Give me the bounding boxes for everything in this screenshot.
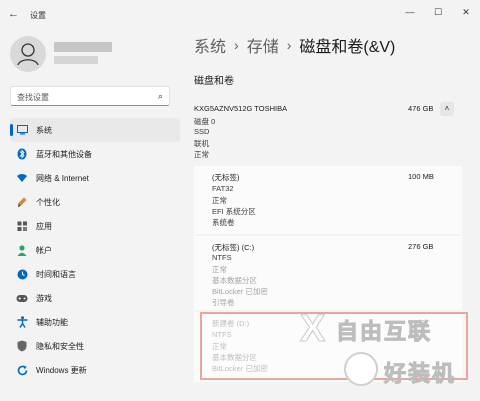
sidebar-item-privacy[interactable]: 隐私和安全性 (10, 334, 180, 358)
watermark-text: 自由互联 (335, 319, 433, 345)
sidebar-item-apps[interactable]: 应用 (10, 214, 180, 238)
partition-title: (无标签) (212, 173, 240, 182)
sidebar-item-gaming[interactable]: 游戏 (10, 286, 180, 310)
sidebar-item-label: 隐私和安全性 (36, 341, 84, 351)
chevron-right-icon: › (234, 37, 239, 53)
accessibility-icon (16, 316, 28, 328)
search-placeholder: 查找设置 (17, 93, 49, 102)
avatar[interactable] (10, 36, 46, 72)
partition-size: 100 MB (408, 172, 434, 181)
chevron-up-icon[interactable]: ˄ (440, 102, 454, 116)
sidebar-item-label: 网络 & Internet (36, 173, 89, 183)
sidebar-item-label: 应用 (36, 221, 52, 231)
maximize-button[interactable]: ☐ (428, 5, 448, 19)
sidebar-item-personalization[interactable]: 个性化 (10, 190, 180, 214)
apps-icon (16, 220, 28, 232)
sidebar-item-system[interactable]: 系统 (10, 118, 180, 142)
search-input[interactable]: 查找设置 ⌕ (10, 86, 170, 106)
gamepad-icon (16, 292, 28, 304)
disk-status: 联机 (194, 139, 209, 148)
shield-icon (16, 340, 28, 352)
sidebar-item-label: 时间和语言 (36, 269, 76, 279)
partition-efi[interactable]: (无标签) 100 MB FAT32 正常 EFI 系统分区 系统卷 (194, 166, 462, 234)
watermark-circle-logo (344, 352, 378, 386)
sidebar-item-label: 帐户 (36, 245, 52, 255)
profile-email-blurred (54, 56, 98, 64)
partition-line: EFI 系统分区 (212, 207, 256, 216)
wifi-icon (16, 172, 28, 184)
disk-health: 正常 (194, 150, 209, 159)
sidebar-item-label: 游戏 (36, 293, 52, 303)
sidebar-item-label: Windows 更新 (36, 365, 87, 375)
watermark-text: 好装机 (383, 361, 457, 387)
partition-line: NTFS (212, 253, 232, 262)
chevron-right-icon: › (286, 37, 292, 53)
update-icon (16, 364, 28, 376)
sidebar-nav: 系统 蓝牙和其他设备 网络 & Internet 个性化 应用 帐户 时间和语言… (10, 118, 180, 382)
sidebar-item-label: 系统 (36, 125, 52, 135)
partition-size: 276 GB (408, 242, 434, 251)
user-profile[interactable] (10, 36, 190, 72)
partition-line: BitLocker 已加密 (212, 287, 268, 296)
partition-line: 正常 (212, 265, 227, 274)
sidebar-item-label: 辅助功能 (36, 317, 68, 327)
partition-line: FAT32 (212, 184, 234, 193)
partition-line: 引导卷 (212, 298, 235, 307)
sidebar-item-accounts[interactable]: 帐户 (10, 238, 180, 262)
disk-name: KXG5AZNV512G TOSHIBA (194, 104, 288, 113)
sidebar-item-network[interactable]: 网络 & Internet (10, 166, 180, 190)
back-arrow-icon[interactable]: ← (8, 7, 22, 21)
sidebar-item-accessibility[interactable]: 辅助功能 (10, 310, 180, 334)
breadcrumb-storage[interactable]: 存储 (247, 33, 279, 57)
partition-line: 基本数据分区 (212, 276, 257, 285)
partition-c[interactable]: (无标签) (C:) 276 GB NTFS 正常 基本数据分区 BitLock… (194, 236, 462, 310)
title-bar: ← 设置 — ☐ ✕ (0, 0, 480, 30)
breadcrumb-system[interactable]: 系统 (194, 33, 226, 57)
person-icon (16, 244, 28, 256)
watermark: X 自由互联 好装机 (299, 300, 480, 401)
sidebar-item-label: 个性化 (36, 197, 60, 207)
disk-number: 磁盘 0 (194, 117, 216, 126)
disk-card[interactable]: KXG5AZNV512G TOSHIBA 476 GB ˄ 磁盘 0 SSD 联… (194, 98, 462, 164)
breadcrumb: 系统 › 存储 › 磁盘和卷(&V) (194, 34, 395, 56)
close-button[interactable]: ✕ (456, 5, 476, 19)
watermark-x-logo: X (299, 308, 326, 351)
monitor-icon (16, 124, 28, 136)
partition-title: (无标签) (C:) (212, 243, 255, 252)
minimize-button[interactable]: — (400, 5, 420, 19)
globe-clock-icon (16, 268, 28, 280)
section-title: 磁盘和卷 (194, 76, 234, 87)
search-icon[interactable]: ⌕ (158, 91, 163, 102)
brush-icon (16, 196, 28, 208)
sidebar-item-windows-update[interactable]: Windows 更新 (10, 358, 180, 382)
bluetooth-icon (16, 148, 28, 160)
page-title: 磁盘和卷(&V) (299, 39, 396, 56)
sidebar-item-bluetooth[interactable]: 蓝牙和其他设备 (10, 142, 180, 166)
partition-line: 系统卷 (212, 218, 235, 227)
app-title: 设置 (30, 11, 46, 20)
person-icon (17, 43, 39, 66)
sidebar-item-time-language[interactable]: 时间和语言 (10, 262, 180, 286)
partition-line: 正常 (212, 196, 227, 205)
disk-size: 476 GB (408, 104, 434, 113)
sidebar-item-label: 蓝牙和其他设备 (36, 149, 92, 159)
disk-type: SSD (194, 127, 210, 136)
profile-name-blurred (54, 42, 112, 52)
